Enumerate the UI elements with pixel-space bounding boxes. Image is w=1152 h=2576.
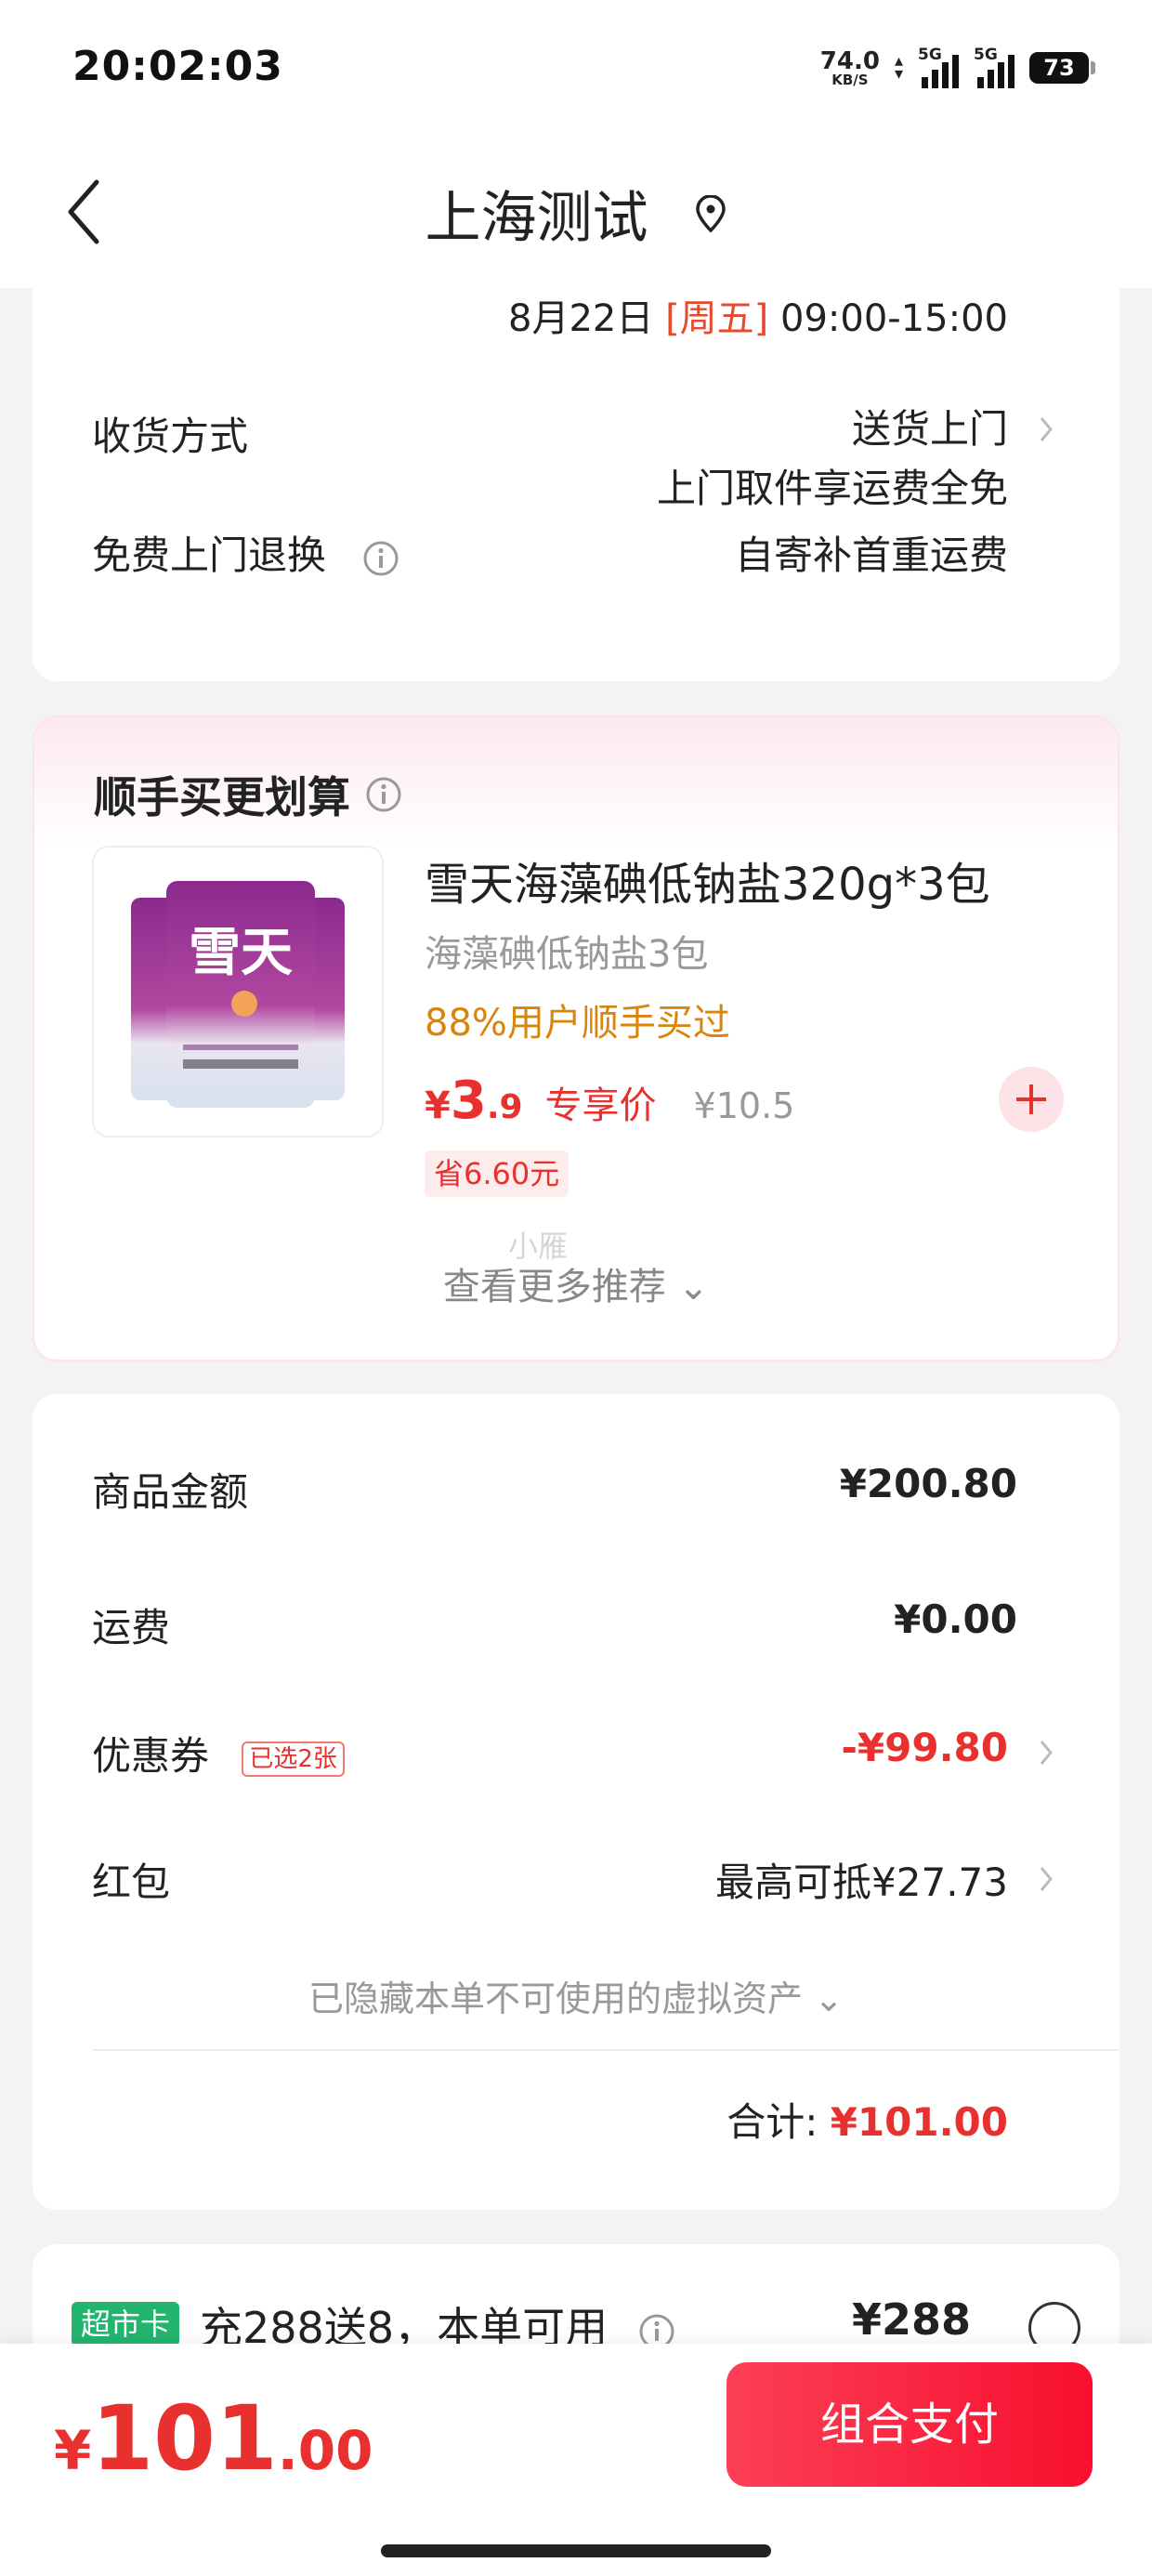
order-total-label: 合计: xyxy=(727,2099,818,2145)
checkout-bar: ¥ 101 .00 组合支付 xyxy=(0,2344,1152,2576)
free-return-line1: 上门取件享运费全免 xyxy=(656,466,1008,511)
free-return-label: 免费上门退换 xyxy=(92,524,399,581)
combined-pay-button[interactable]: 组合支付 xyxy=(727,2362,1093,2487)
delivery-method-label: 收货方式 xyxy=(92,414,249,459)
checkout-total-symbol: ¥ xyxy=(54,2419,92,2482)
delivery-date: 8月22日 xyxy=(508,297,654,340)
salt-package-image: 雪天 xyxy=(131,881,345,1108)
data-arrows-icon: ▴ ▾ xyxy=(894,50,903,84)
home-indicator[interactable] xyxy=(381,2544,771,2557)
battery-icon: 73 xyxy=(1029,52,1095,84)
free-return-detail: 上门取件享运费全免 自寄补首重运费 xyxy=(657,455,1008,589)
coupon-label: 优惠券 已选2张 xyxy=(92,1725,345,1781)
product-image-brand: 雪天 xyxy=(189,922,293,983)
header: 上海测试 xyxy=(0,139,1152,288)
exclusive-price-label: 专享价 xyxy=(544,1084,657,1127)
product-image[interactable]: 雪天 xyxy=(92,846,384,1137)
shipping-value: ¥0.00 xyxy=(894,1597,1017,1642)
chevron-right-icon[interactable] xyxy=(1038,1862,1054,1896)
network-speed: 74.0 KB/S xyxy=(820,49,880,87)
free-return-line2: 自寄补首重运费 xyxy=(734,532,1008,578)
order-total-value: ¥101.00 xyxy=(830,2099,1008,2145)
recommendation-title-text: 顺手买更划算 xyxy=(94,772,350,822)
chevron-right-icon[interactable] xyxy=(1038,1736,1054,1769)
signal-icon: 5G xyxy=(974,46,1015,88)
supermarket-card-price: ¥288 xyxy=(851,2294,971,2345)
recommendation-title: 顺手买更划算 xyxy=(94,764,402,825)
coupon-value[interactable]: -¥99.80 xyxy=(841,1725,1008,1770)
network-speed-unit: KB/S xyxy=(831,71,869,88)
price-symbol: ¥ xyxy=(425,1084,451,1127)
page-title-text: 上海测试 xyxy=(425,186,648,251)
recommendation-card: 顺手买更划算 雪天 雪天海藻碘低钠盐320g*3包 海藻碘低钠盐3包 88%用户… xyxy=(33,716,1119,1361)
product-tag: 88%用户顺手买过 xyxy=(425,1002,730,1045)
signal-icon: 5G xyxy=(918,46,959,88)
status-icons: 74.0 KB/S ▴ ▾ 5G 5G 73 xyxy=(820,45,1095,91)
coupon-label-text: 优惠券 xyxy=(92,1733,210,1779)
location-pin-icon[interactable] xyxy=(694,194,727,232)
info-icon[interactable] xyxy=(362,540,399,577)
checkout-total-decimal: .00 xyxy=(277,2419,373,2482)
free-return-text: 免费上门退换 xyxy=(92,532,327,578)
chevron-right-icon[interactable] xyxy=(1038,413,1054,446)
status-bar: 20:02:03 74.0 KB/S ▴ ▾ 5G 5G 73 xyxy=(0,0,1152,139)
price-summary-card: 商品金额 ¥200.80 运费 ¥0.00 优惠券 已选2张 -¥99.80 红… xyxy=(33,1394,1119,2210)
delivery-card: 8月22日 [周五] 09:00-15:00 收货方式 送货上门 免费上门退换 … xyxy=(33,288,1119,681)
red-packet-label: 红包 xyxy=(92,1860,171,1905)
delivery-time-range: 09:00-15:00 xyxy=(780,297,1008,340)
hidden-assets-toggle[interactable]: 已隐藏本单不可使用的虚拟资产 ⌄ xyxy=(33,1970,1119,2021)
goods-amount-value: ¥200.80 xyxy=(839,1461,1017,1506)
shipping-label: 运费 xyxy=(92,1605,171,1650)
delivery-weekday: [周五] xyxy=(665,297,769,340)
product-name[interactable]: 雪天海藻碘低钠盐320g*3包 xyxy=(425,848,990,913)
signal-label: 5G xyxy=(974,46,998,64)
supermarket-card-badge: 超市卡 xyxy=(72,2302,180,2346)
price-integer: 3 xyxy=(450,1071,487,1131)
divider xyxy=(92,2049,1119,2051)
price-decimal: .9 xyxy=(486,1088,523,1126)
status-time: 20:02:03 xyxy=(72,43,283,90)
order-total: 合计: ¥101.00 xyxy=(727,2091,1008,2148)
delivery-method-value[interactable]: 送货上门 xyxy=(852,396,1008,463)
signal-label: 5G xyxy=(918,46,942,64)
more-recommendations-link[interactable]: 查看更多推荐 ⌄ xyxy=(34,1256,1118,1310)
coupon-selected-badge: 已选2张 xyxy=(242,1741,345,1777)
original-price: ¥10.5 xyxy=(693,1085,795,1126)
checkout-total-integer: 101 xyxy=(91,2386,278,2491)
product-price: ¥ 3 .9 专享价 ¥10.5 xyxy=(425,1071,794,1131)
network-speed-value: 74.0 xyxy=(819,46,880,75)
goods-amount-label: 商品金额 xyxy=(92,1469,249,1515)
add-to-cart-button[interactable] xyxy=(999,1067,1064,1132)
delivery-time[interactable]: 8月22日 [周五] 09:00-15:00 xyxy=(508,288,1008,342)
red-packet-value[interactable]: 最高可抵¥27.73 xyxy=(715,1851,1008,1908)
checkout-total: ¥ 101 .00 xyxy=(54,2386,373,2491)
product-subtitle: 海藻碘低钠盐3包 xyxy=(425,933,709,976)
save-badge: 省6.60元 xyxy=(425,1150,569,1197)
plus-icon xyxy=(1016,1084,1046,1114)
info-icon[interactable] xyxy=(365,776,402,813)
page-title: 上海测试 xyxy=(0,173,1152,254)
